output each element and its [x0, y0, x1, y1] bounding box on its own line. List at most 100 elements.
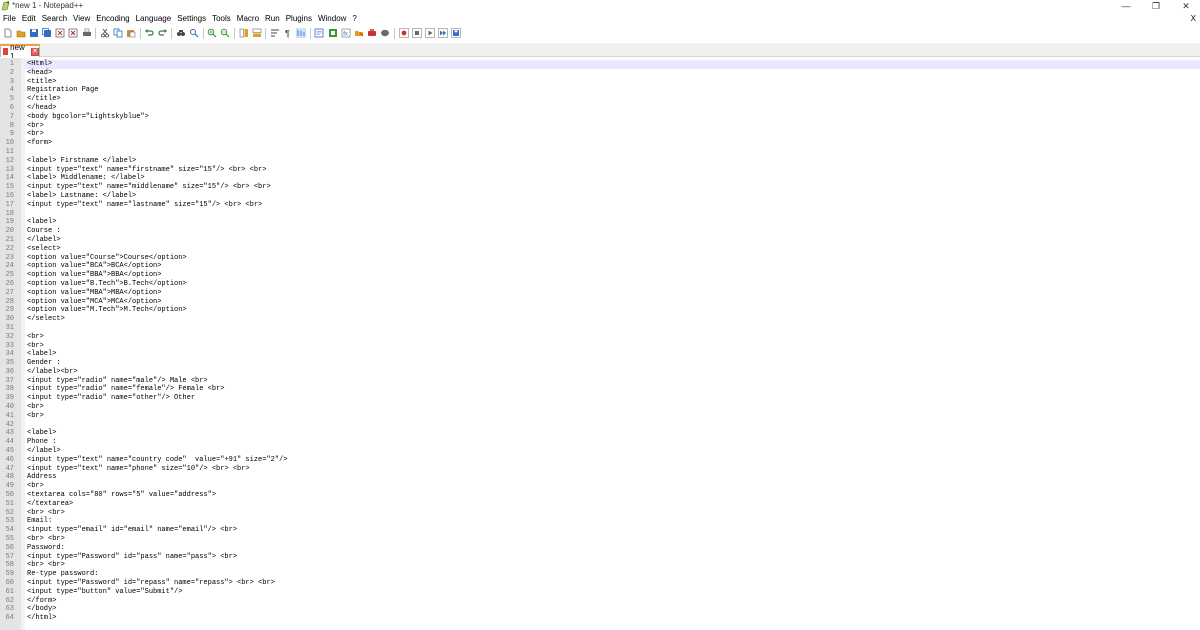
code-line[interactable]: 46 <input type="text" name="country code"… — [0, 456, 1200, 465]
code-line[interactable]: 55 <br> <br> — [0, 535, 1200, 544]
menu-encoding[interactable]: Encoding — [93, 13, 132, 25]
code-line[interactable]: 40 <br> — [0, 403, 1200, 412]
code-line[interactable]: 11 — [0, 148, 1200, 157]
code-line[interactable]: 53 Email: — [0, 517, 1200, 526]
indent-guide-button[interactable] — [296, 28, 307, 39]
code-line[interactable]: 17 <input type="text" name="lastname" siz… — [0, 201, 1200, 210]
tab-close-icon[interactable]: ✕ — [31, 47, 39, 56]
copy-button[interactable] — [113, 28, 124, 39]
code-line[interactable]: 39 <input type="radio" name="other"/> Oth… — [0, 394, 1200, 403]
code-line[interactable]: 48 Address — [0, 473, 1200, 482]
close-document-button[interactable]: X — [1191, 13, 1196, 25]
editor[interactable]: 1 <Html> 2 <head> 3 <title> 4 Registration Page… — [0, 58, 1200, 630]
new-file-button[interactable] — [2, 28, 13, 39]
minimize-button[interactable]: — — [1112, 0, 1140, 13]
code-line[interactable]: 60 <input type="Password" id="repass" nam… — [0, 579, 1200, 588]
menu-view[interactable]: View — [70, 13, 93, 25]
menu-window[interactable]: Window — [315, 13, 349, 25]
replace-button[interactable] — [188, 28, 199, 39]
menu-language[interactable]: Language — [133, 13, 175, 25]
print-button[interactable] — [81, 28, 92, 39]
save-all-button[interactable] — [42, 28, 53, 39]
code-line[interactable]: 15 <input type="text" name="middlename" s… — [0, 183, 1200, 192]
code-line[interactable]: 51 </textarea> — [0, 500, 1200, 509]
close-button[interactable] — [55, 28, 66, 39]
code-line[interactable]: 28 <option value="MCA">MCA</option> — [0, 298, 1200, 307]
code-line[interactable]: 36 </label><br> — [0, 368, 1200, 377]
code-line[interactable]: 37 <input type="radio" name="male"/> Male… — [0, 377, 1200, 386]
menu-file[interactable]: File — [0, 13, 19, 25]
code-line[interactable]: 59 Re-type password: — [0, 570, 1200, 579]
code-line[interactable]: 50 <textarea cols="80" rows="5" value="ad… — [0, 491, 1200, 500]
code-line[interactable]: 3 <title> — [0, 78, 1200, 87]
code-line[interactable]: 20 Course : — [0, 227, 1200, 236]
code-line[interactable]: 61 <input type="button" value="Submit"/> — [0, 588, 1200, 597]
code-line[interactable]: 43 <label> — [0, 429, 1200, 438]
code-line[interactable]: 26 <option value="B.Tech">B.Tech</option> — [0, 280, 1200, 289]
code-line[interactable]: 31 — [0, 324, 1200, 333]
undo-button[interactable] — [144, 28, 155, 39]
code-line[interactable]: 8 <br> — [0, 122, 1200, 131]
paste-button[interactable] — [126, 28, 137, 39]
open-file-button[interactable] — [15, 28, 26, 39]
user-defined-language-button[interactable] — [314, 28, 325, 39]
code-line[interactable]: 9 <br> — [0, 130, 1200, 139]
find-button[interactable] — [175, 28, 186, 39]
close-button[interactable]: ✕ — [1172, 0, 1200, 13]
code-line[interactable]: 5 </title> — [0, 95, 1200, 104]
code-line[interactable]: 62 </form> — [0, 597, 1200, 606]
code-line[interactable]: 56 Password: — [0, 544, 1200, 553]
code-line[interactable]: 2 <head> — [0, 69, 1200, 78]
code-line[interactable]: 54 <input type="email" id="email" name="e… — [0, 526, 1200, 535]
code-line[interactable]: 1 <Html> — [0, 60, 1200, 69]
save-button[interactable] — [28, 28, 39, 39]
code-line[interactable]: 22 <select> — [0, 245, 1200, 254]
document-map-button[interactable] — [327, 28, 338, 39]
code-line[interactable]: 16 <label> Lastname: </label> — [0, 192, 1200, 201]
word-wrap-button[interactable] — [269, 28, 280, 39]
code-line[interactable]: 42 — [0, 421, 1200, 430]
menu-help[interactable]: ? — [349, 13, 359, 25]
code-line[interactable]: 18 — [0, 210, 1200, 219]
menu-edit[interactable]: Edit — [19, 13, 39, 25]
code-line[interactable]: 24 <option value="BCA">BCA</option> — [0, 262, 1200, 271]
stop-recording-button[interactable] — [411, 28, 422, 39]
code-line[interactable]: 57 <input type="Password" id="pass" name=… — [0, 553, 1200, 562]
restore-button[interactable]: ❐ — [1142, 0, 1170, 13]
tab-new-1[interactable]: new 1 ✕ — [0, 43, 40, 61]
code-line[interactable]: 13 <input type="text" name="firstname" si… — [0, 166, 1200, 175]
playback-macro-button[interactable] — [424, 28, 435, 39]
code-line[interactable]: 27 <option value="MBA">MBA</option> — [0, 289, 1200, 298]
sync-vertical-button[interactable] — [238, 28, 249, 39]
code-line[interactable]: 4 Registration Page — [0, 86, 1200, 95]
menu-plugins[interactable]: Plugins — [283, 13, 315, 25]
cut-button[interactable] — [99, 28, 110, 39]
monitoring-button[interactable] — [367, 28, 378, 39]
zoom-out-button[interactable] — [220, 28, 231, 39]
code-line[interactable]: 64 </html> — [0, 614, 1200, 623]
code-line[interactable]: 33 <br> — [0, 342, 1200, 351]
code-line[interactable]: 19 <label> — [0, 218, 1200, 227]
record-macro-button[interactable] — [398, 28, 409, 39]
code-line[interactable]: 41 <br> — [0, 412, 1200, 421]
code-line[interactable]: 45 </label> — [0, 447, 1200, 456]
code-line[interactable]: 32 <br> — [0, 333, 1200, 342]
code-line[interactable]: 35 Gender : — [0, 359, 1200, 368]
close-all-button[interactable] — [68, 28, 79, 39]
menu-settings[interactable]: Settings — [174, 13, 209, 25]
code-line[interactable]: 47 <input type="text" name="phone" size="… — [0, 465, 1200, 474]
menu-macro[interactable]: Macro — [234, 13, 262, 25]
code-line[interactable]: 12 <label> Firstname </label> — [0, 157, 1200, 166]
code-line[interactable]: 49 <br> — [0, 482, 1200, 491]
code-line[interactable]: 52 <br> <br> — [0, 509, 1200, 518]
code-line[interactable]: 44 Phone : — [0, 438, 1200, 447]
zoom-in-button[interactable] — [207, 28, 218, 39]
run-macro-multiple-button[interactable] — [438, 28, 449, 39]
menu-tools[interactable]: Tools — [209, 13, 234, 25]
code-line[interactable]: 6 </head> — [0, 104, 1200, 113]
code-line[interactable]: 7 <body bgcolor="Lightskyblue"> — [0, 113, 1200, 122]
style-button[interactable] — [380, 28, 391, 39]
folder-as-workspace-button[interactable] — [354, 28, 365, 39]
code-line[interactable]: 38 <input type="radio" name="female"/> Fe… — [0, 385, 1200, 394]
code-line[interactable]: 25 <option value="BBA">BBA</option> — [0, 271, 1200, 280]
